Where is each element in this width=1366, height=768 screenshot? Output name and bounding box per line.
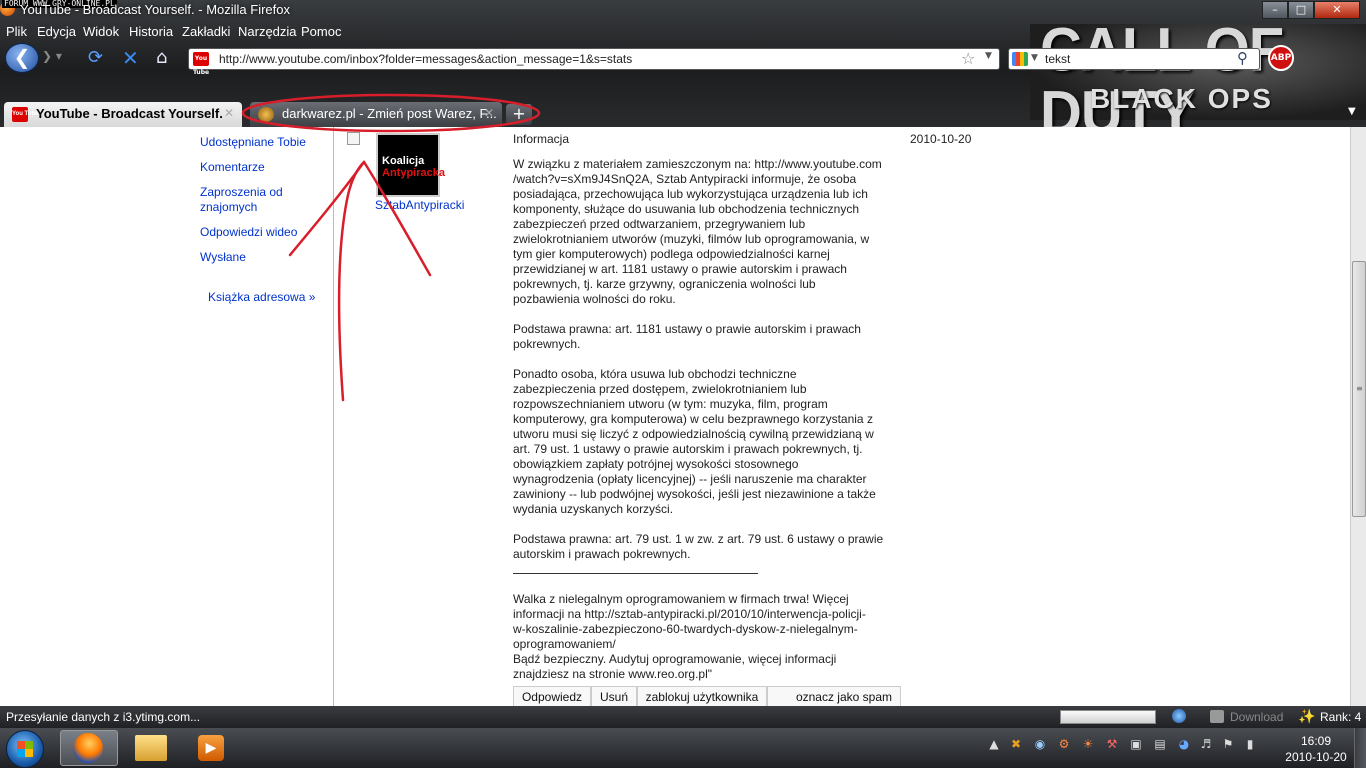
url-text[interactable]: http://www.youtube.com/inbox?folder=mess… [219, 52, 632, 66]
sidebar-item-comments[interactable]: Komentarze [200, 160, 320, 175]
menu-edycja[interactable]: Edycja [37, 24, 76, 39]
avatar[interactable]: Koalicja Antypiracka [376, 133, 445, 197]
tray-window-icon[interactable]: ▣ [1128, 736, 1144, 752]
rank-icon: ✨ [1298, 709, 1316, 725]
browser-chrome: CALL OF DUTY BLACK OPS FORUM WWW.GRY-ONL… [0, 0, 1366, 127]
battery-icon[interactable]: ▮ [1242, 736, 1258, 752]
action-center-flag-icon[interactable]: ⚑ [1220, 736, 1236, 752]
maximize-button[interactable]: □ [1288, 1, 1314, 19]
stop-icon: ✕ [122, 46, 139, 70]
tab-label: darkwarez.pl - Zmień post Warez, F... [282, 106, 497, 121]
address-book-link[interactable]: Książka adresowa » [208, 290, 318, 305]
page-scrollbar[interactable]: ≡ [1350, 127, 1366, 706]
menu-historia[interactable]: Historia [129, 24, 173, 39]
message-checkbox[interactable] [347, 132, 360, 145]
clock-date: 2010-10-20 [1285, 750, 1347, 764]
block-user-button[interactable]: zablokuj użytkownika [637, 686, 767, 706]
tray-arrow-icon[interactable]: ▲ [986, 736, 1002, 752]
menu-zakladki[interactable]: Zakładki [182, 24, 230, 39]
bookmark-star-icon[interactable]: ☆ [961, 49, 975, 68]
menu-pomoc[interactable]: Pomoc [301, 24, 341, 39]
url-bar[interactable]: You Tube http://www.youtube.com/inbox?fo… [188, 48, 1000, 76]
search-box[interactable]: ▼ tekst ⚲ [1008, 48, 1260, 70]
sidebar-item-friend-invites[interactable]: Zaproszenia od znajomych [200, 185, 320, 215]
avatar-text-line2: Antypiracka [382, 167, 445, 179]
close-button[interactable]: ✕ [1314, 1, 1360, 19]
avatar-text-line1: Koalicja [382, 155, 425, 167]
message-date: 2010-10-20 [910, 132, 972, 146]
mark-spam-button[interactable]: oznacz jako spam [767, 686, 901, 706]
youtube-favicon-icon: You Tube [193, 52, 209, 76]
tray-monitor-icon[interactable]: ▤ [1152, 736, 1168, 752]
tray-network-icon[interactable]: ◕ [1176, 736, 1192, 752]
sidebar-item-shared[interactable]: Udostępniane Tobie [200, 135, 320, 150]
rank-label: Rank: 4 [1320, 710, 1362, 724]
loading-progress [1060, 710, 1156, 724]
tray-gear-icon[interactable]: ⚙ [1056, 736, 1072, 752]
sidebar-item-video-responses[interactable]: Odpowiedzi wideo [200, 225, 320, 240]
tab-close-icon[interactable]: ✕ [224, 106, 234, 120]
grip-icon: ≡ [1356, 384, 1363, 393]
firefox-icon [73, 733, 103, 763]
message-body: W związku z materiałem zamieszczonym na:… [513, 157, 884, 681]
adblock-icon[interactable]: ABP [1268, 45, 1294, 71]
clock-time: 16:09 [1300, 734, 1332, 748]
scrollbar-thumb[interactable]: ≡ [1352, 261, 1366, 517]
search-icon[interactable]: ⚲ [1237, 49, 1248, 67]
menu-narzedzia[interactable]: Narzędzia [238, 24, 297, 39]
stop-button[interactable]: ✕ [122, 46, 139, 70]
reload-button[interactable]: ⟳ [88, 47, 103, 68]
tab-label: YouTube - Broadcast Yourself. [36, 106, 223, 121]
status-bar: Przesyłanie danych z i3.ytimg.com... Dow… [0, 706, 1366, 728]
window-title: YouTube - Broadcast Yourself. - Mozilla … [20, 2, 291, 17]
windows-logo-icon-lower [17, 749, 33, 757]
globe-icon[interactable] [1172, 709, 1186, 723]
tray-disc-icon[interactable]: ◉ [1032, 736, 1048, 752]
home-icon: ⌂ [156, 47, 168, 68]
delete-button[interactable]: Usuń [591, 686, 637, 706]
tray-app-icon[interactable]: ✖ [1008, 736, 1024, 752]
reply-button[interactable]: Odpowiedz [513, 686, 591, 706]
arrow-left-icon: ❮ [13, 45, 31, 69]
chevron-down-icon: ❯ ▾ [42, 49, 62, 63]
inbox-sidebar: Udostępniane Tobie Komentarze Zaproszeni… [0, 127, 334, 706]
volume-icon[interactable]: ♬ [1198, 736, 1214, 752]
status-text: Przesyłanie danych z i3.ytimg.com... [6, 710, 201, 724]
forward-button[interactable]: ❯ ▾ [42, 49, 78, 67]
youtube-favicon-icon: You Tube [12, 107, 38, 122]
show-desktop-button[interactable] [1354, 728, 1366, 768]
banner-subtitle: BLACK OPS [1090, 83, 1273, 114]
download-label[interactable]: Download [1230, 710, 1283, 724]
media-player-icon[interactable]: ▶ [198, 735, 224, 761]
download-icon[interactable] [1210, 710, 1224, 723]
reload-icon: ⟳ [88, 47, 104, 68]
tab-darkwarez[interactable]: darkwarez.pl - Zmień post Warez, F... ✕ [250, 102, 502, 127]
new-tab-button[interactable]: + [506, 104, 532, 125]
tab-list-icon[interactable]: ▼ [1348, 106, 1356, 117]
tab-close-icon[interactable]: ✕ [484, 106, 494, 120]
back-button[interactable]: ❮ [5, 43, 39, 73]
sidebar-item-sent[interactable]: Wysłane [200, 250, 320, 265]
signature-divider [513, 573, 758, 574]
tray-sun-icon[interactable]: ☀ [1080, 736, 1096, 752]
menu-plik[interactable]: Plik [6, 24, 27, 39]
tray-tools-icon[interactable]: ⚒ [1104, 736, 1120, 752]
home-button[interactable]: ⌂ [156, 47, 167, 68]
page-content: Udostępniane Tobie Komentarze Zaproszeni… [0, 127, 1350, 706]
message-subject: Informacja [513, 132, 570, 146]
url-dropdown-icon[interactable]: ▼ [985, 51, 992, 61]
search-engine-dropdown-icon[interactable]: ▼ [1031, 53, 1038, 63]
darkwarez-favicon-icon [258, 107, 274, 122]
google-icon[interactable] [1012, 52, 1028, 66]
search-input[interactable]: tekst [1045, 52, 1070, 66]
minimize-button[interactable]: – [1262, 1, 1288, 19]
sender-link[interactable]: SztabAntypiracki [375, 198, 464, 212]
explorer-folder-icon[interactable] [135, 735, 167, 761]
tab-youtube[interactable]: You Tube YouTube - Broadcast Yourself. ✕ [4, 102, 242, 127]
taskbar-clock[interactable]: 16:09 2010-10-20 [1284, 733, 1348, 765]
menu-widok[interactable]: Widok [83, 24, 119, 39]
